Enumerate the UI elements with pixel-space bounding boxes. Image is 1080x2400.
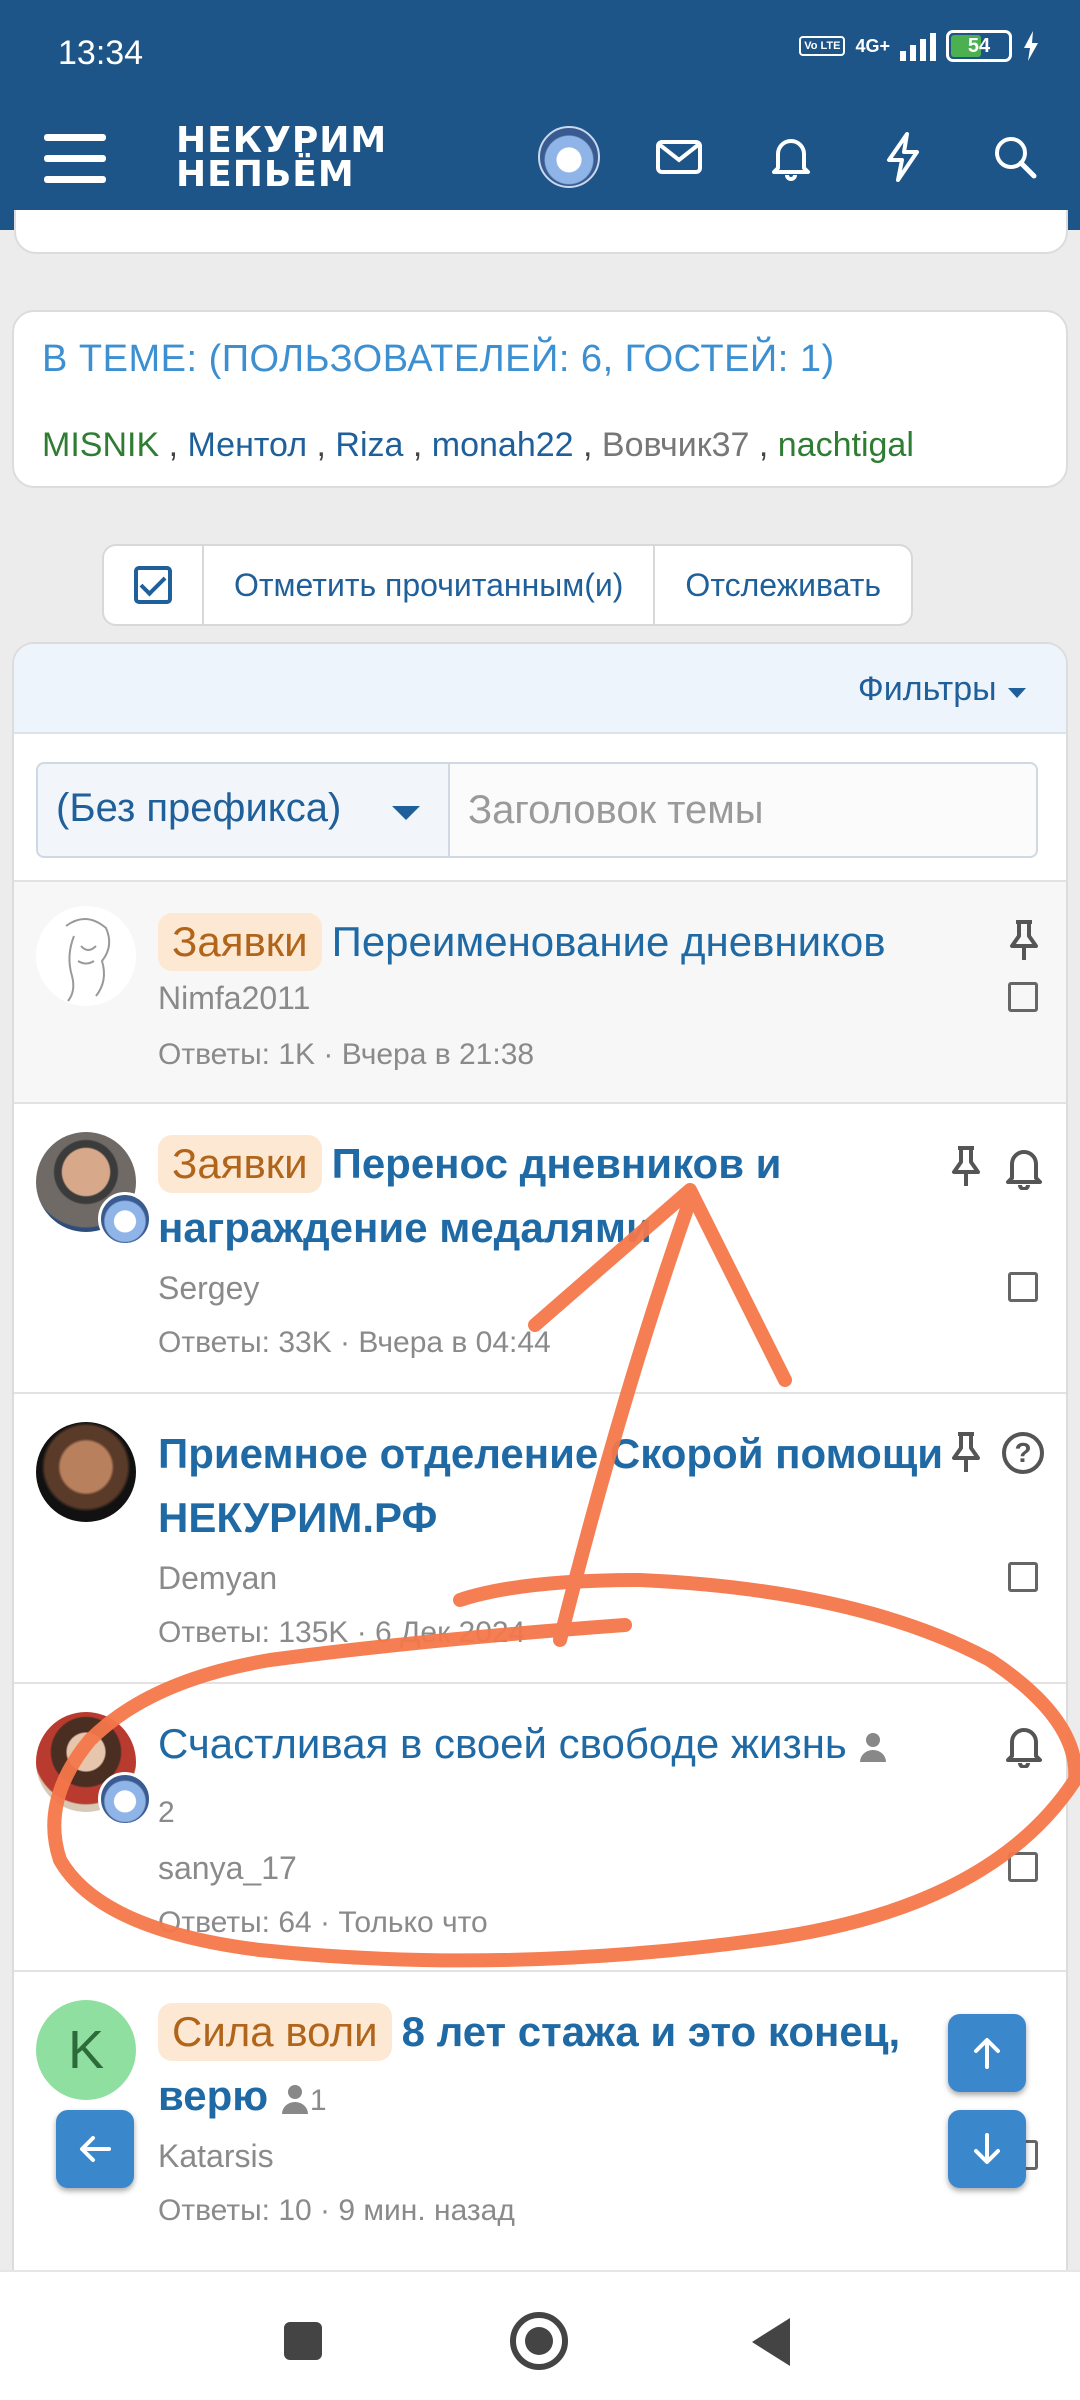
- scroll-bottom-button[interactable]: [948, 2110, 1026, 2188]
- thread-author[interactable]: Nimfa2011: [158, 980, 310, 1017]
- pin-icon: [952, 1146, 980, 1186]
- system-navigation: [0, 2270, 1080, 2400]
- thread-title[interactable]: Приемное отделение Скорой помощи НЕКУРИМ…: [158, 1422, 946, 1550]
- back-float-button[interactable]: [56, 2110, 134, 2188]
- arrow-up-icon: [974, 2038, 1000, 2069]
- scroll-top-button[interactable]: [948, 2014, 1026, 2092]
- bell-icon: [1006, 1728, 1042, 1768]
- status-time: 13:34: [58, 34, 144, 72]
- thread-checkbox[interactable]: [1008, 982, 1038, 1012]
- online-users-list: MISNIK , Ментол , Riza , monah22 , Вовчи…: [42, 426, 914, 464]
- user-avatar[interactable]: [538, 126, 600, 188]
- participants-icon: [281, 2084, 308, 2114]
- thread-checkbox[interactable]: [1008, 1852, 1038, 1882]
- chevron-down-icon: [392, 806, 420, 820]
- thread-meta: Ответы: 10 · 9 мин. назад: [158, 2194, 515, 2227]
- user-link[interactable]: nachtigal: [778, 426, 914, 464]
- avatar[interactable]: [36, 906, 136, 1006]
- question-icon: ?: [1002, 1432, 1044, 1474]
- prefix-badge[interactable]: Сила воли: [158, 2003, 392, 2061]
- arrow-left-icon: [80, 2136, 111, 2162]
- home-button[interactable]: [510, 2312, 568, 2370]
- thread-title[interactable]: Заявки Перенос дневников и награждение ме…: [158, 1132, 946, 1260]
- participants-icon: [860, 1732, 887, 1762]
- signal-icon: [900, 31, 936, 61]
- back-button[interactable]: [752, 2318, 790, 2366]
- thread-meta: Ответы: 1K · Вчера в 21:38: [158, 1038, 535, 1071]
- volte-icon: Vo LTE: [799, 36, 846, 56]
- thread-author[interactable]: Sergey: [158, 1270, 259, 1307]
- thread-title[interactable]: Сила воли 8 лет стажа и это конец, верю 1: [158, 2000, 946, 2133]
- bell-icon[interactable]: [764, 130, 818, 184]
- thread-checkbox[interactable]: [1008, 1272, 1038, 1302]
- network-type: 4G+: [855, 36, 890, 56]
- avatar-small[interactable]: [98, 1772, 152, 1826]
- thread-meta: Ответы: 33K · Вчера в 04:44: [158, 1326, 551, 1359]
- lightning-icon[interactable]: [876, 130, 930, 184]
- prefix-badge[interactable]: Заявки: [158, 1135, 322, 1193]
- thread-meta: Ответы: 135K · 6 Дек 2024: [158, 1616, 526, 1649]
- search-icon[interactable]: [988, 130, 1042, 184]
- avatar[interactable]: [36, 1422, 136, 1522]
- bell-icon: [1006, 1150, 1042, 1190]
- recents-button[interactable]: [284, 2322, 322, 2360]
- thread-author[interactable]: Demyan: [158, 1560, 277, 1597]
- avatar-small[interactable]: [98, 1192, 152, 1246]
- online-title[interactable]: В ТЕМЕ: (ПОЛЬЗОВАТЕЛЕЙ: 6, ГОСТЕЙ: 1): [42, 338, 835, 381]
- thread-checkbox[interactable]: [1008, 1562, 1038, 1592]
- select-all-button[interactable]: [104, 546, 204, 624]
- thread-actions: Отметить прочитанным(и) Отслеживать: [102, 544, 914, 626]
- thread-row[interactable]: Заявки Переименование дневников Nimfa2011…: [14, 882, 1066, 1104]
- thread-row[interactable]: Счастливая в своей свободе жизнь 2 sanya…: [14, 1684, 1066, 1972]
- pin-icon: [1010, 920, 1038, 960]
- user-link[interactable]: monah22: [432, 426, 574, 464]
- thread-author[interactable]: sanya_17: [158, 1850, 297, 1887]
- user-link[interactable]: MISNIK: [42, 426, 159, 464]
- watch-button[interactable]: Отслеживать: [655, 546, 911, 624]
- prefix-badge[interactable]: Заявки: [158, 913, 322, 971]
- previous-block: [14, 210, 1068, 254]
- avatar[interactable]: K: [36, 2000, 136, 2100]
- thread-row[interactable]: K Сила воли 8 лет стажа и это конец, верю…: [14, 1972, 1066, 2272]
- thread-row[interactable]: Приемное отделение Скорой помощи НЕКУРИМ…: [14, 1394, 1066, 1684]
- thread-list: Фильтры (Без префикса) ЗаявкиПереименова…: [12, 642, 1068, 2282]
- filter-bar: Фильтры: [14, 644, 1066, 734]
- arrow-down-icon: [974, 2133, 1000, 2164]
- caret-down-icon: [1008, 688, 1026, 698]
- checkbox-icon: [134, 566, 172, 604]
- app-header: 13:34 Vo LTE 4G+ 54 НЕКУРИМ НЕПЬЁМ: [0, 0, 1080, 230]
- site-logo[interactable]: НЕКУРИМ НЕПЬЁМ: [176, 123, 387, 193]
- menu-button[interactable]: [44, 134, 106, 184]
- thread-title-input[interactable]: [448, 762, 1038, 858]
- user-link[interactable]: Вовчик37: [602, 426, 750, 464]
- mark-read-button[interactable]: Отметить прочитанным(и): [204, 546, 656, 624]
- user-link[interactable]: Riza: [335, 426, 403, 464]
- thread-title[interactable]: Счастливая в своей свободе жизнь 2: [158, 1712, 1006, 1845]
- status-icons: Vo LTE 4G+ 54: [799, 30, 1040, 62]
- thread-title[interactable]: Заявки Переименование дневников: [158, 910, 946, 974]
- messages-icon[interactable]: [652, 130, 706, 184]
- battery-icon: 54: [946, 30, 1012, 62]
- online-in-thread: В ТЕМЕ: (ПОЛЬЗОВАТЕЛЕЙ: 6, ГОСТЕЙ: 1) MI…: [12, 310, 1068, 488]
- filters-toggle[interactable]: Фильтры: [858, 670, 1028, 709]
- pin-icon: [952, 1432, 980, 1472]
- participants-count: 2: [158, 1796, 175, 1829]
- user-link[interactable]: Ментол: [187, 426, 307, 464]
- quick-filter: (Без префикса): [14, 734, 1066, 882]
- participants-count: 1: [309, 2084, 327, 2117]
- thread-author[interactable]: Katarsis: [158, 2138, 274, 2175]
- prefix-select[interactable]: (Без префикса): [36, 762, 448, 858]
- thread-meta: Ответы: 64 · Только что: [158, 1906, 488, 1939]
- charging-icon: [1024, 31, 1038, 61]
- thread-row[interactable]: Заявки Перенос дневников и награждение ме…: [14, 1104, 1066, 1394]
